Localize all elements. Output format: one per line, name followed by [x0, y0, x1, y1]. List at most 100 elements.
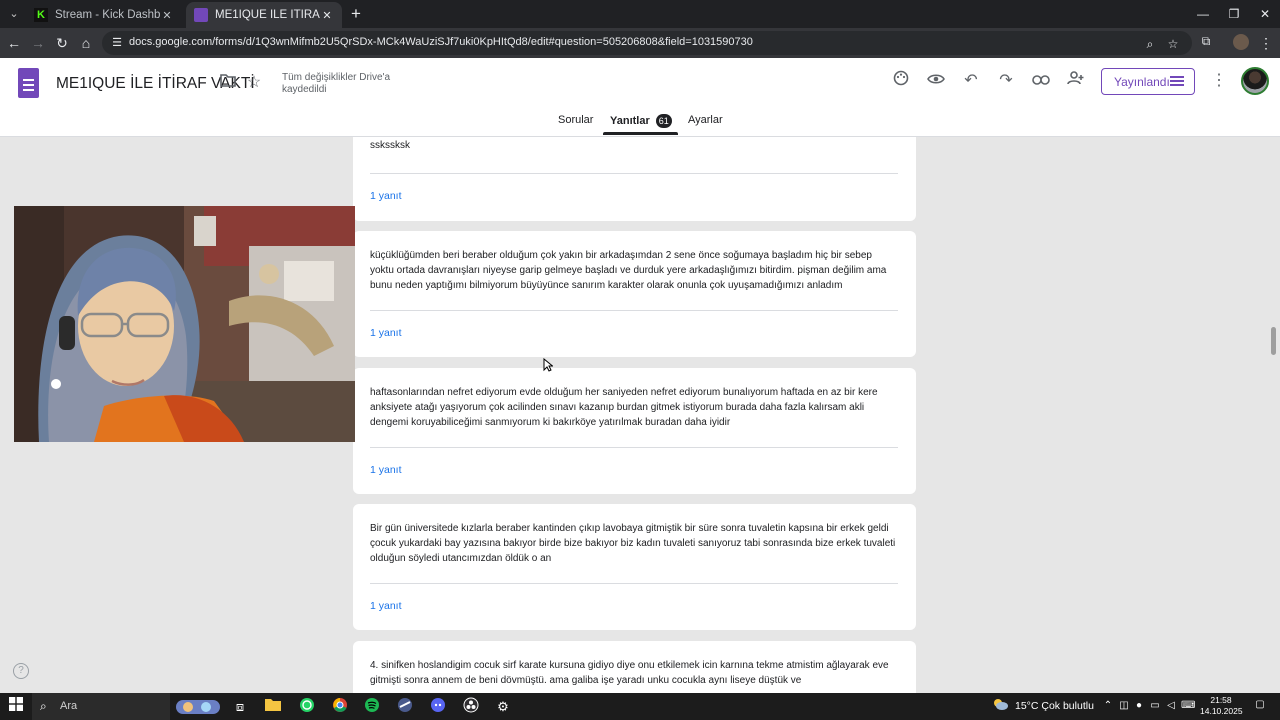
response-text: 'gerekse hatırla hayırlar' delikesine ra… [370, 139, 410, 151]
form-tabs: Sorular Yanıtlar 61 Ayarlar [0, 114, 1280, 136]
response-text: haftasonlarından nefret ediyorum evde ol… [370, 387, 878, 428]
response-card: küçüklüğümden beri beraber olduğum çok y… [353, 231, 916, 357]
response-count-link[interactable]: 1 yanıt [370, 464, 402, 476]
scrollbar-thumb[interactable] [1271, 327, 1276, 355]
volume-icon[interactable]: ◁ [1164, 699, 1178, 713]
site-info-icon[interactable]: ☰ [110, 36, 124, 50]
webcam-overlay [14, 206, 355, 442]
back-arrow-icon[interactable]: ← [4, 33, 24, 53]
tab-settings-label: Ayarlar [688, 114, 723, 126]
responses-count-badge: 61 [655, 114, 672, 128]
publish-label: Yayınlandı [1114, 74, 1170, 89]
task-view-icon[interactable]: ⧈ [230, 697, 250, 717]
windows-start-icon[interactable] [6, 697, 26, 717]
reload-icon[interactable]: ↻ [52, 33, 72, 53]
tab-questions-label: Sorular [558, 114, 594, 126]
folder-icon[interactable] [217, 72, 239, 94]
network-icon[interactable]: ▭ [1148, 699, 1162, 713]
discord-icon[interactable] [428, 697, 448, 717]
forward-arrow-icon[interactable]: → [28, 33, 48, 53]
weather-text[interactable]: 15°C Çok bulutlu [1015, 700, 1094, 712]
kick-icon: K [34, 8, 48, 22]
more-options-icon[interactable]: ⋮ [1208, 70, 1230, 92]
response-card: haftasonlarından nefret ediyorum evde ol… [353, 368, 916, 494]
browser-tab-strip: ⌄ K Stream - Kick Dashboard ✕ ME1IQUE İL… [0, 0, 1280, 28]
close-tab-icon[interactable]: ✕ [160, 9, 174, 22]
tray-app-icon[interactable]: ◫ [1117, 699, 1131, 713]
forms-header: ME1IQUE İLE İTİRAF VAKTİ ☆ Tüm değişikli… [0, 58, 1280, 137]
response-card: Bir gün üniversitede kızlarla beraber ka… [353, 504, 916, 630]
star-icon[interactable]: ☆ [243, 72, 265, 94]
clock-date: 14.10.2025 [1200, 706, 1243, 716]
home-icon[interactable]: ⌂ [76, 33, 96, 53]
account-avatar[interactable] [1241, 67, 1269, 95]
tab-responses-label: Yanıtlar [610, 115, 650, 127]
add-collaborator-icon[interactable] [1065, 70, 1087, 92]
preview-eye-icon[interactable] [925, 70, 947, 92]
browser-tab-title: ME1IQUE İLE İTİRAF VAKTİ - Go [215, 9, 320, 21]
mouse-cursor-icon [543, 358, 553, 372]
response-card: 'gerekse hatırla hayırlar' delikesine ra… [353, 137, 916, 221]
tab-search-chevron-icon[interactable]: ⌄ [4, 4, 24, 24]
close-window-icon[interactable]: ✕ [1248, 0, 1280, 28]
show-hidden-icons-chevron-icon[interactable]: ⌃ [1101, 699, 1115, 713]
minimize-window-icon[interactable]: — [1186, 0, 1220, 28]
response-text: Bir gün üniversitede kızlarla beraber ka… [370, 523, 896, 564]
profile-avatar[interactable] [1233, 34, 1249, 50]
new-tab-plus-icon[interactable]: + [346, 4, 366, 24]
search-highlight-icon[interactable] [174, 697, 222, 717]
active-tab-indicator [603, 132, 678, 135]
weather-cloud-icon[interactable] [990, 697, 1010, 717]
palette-icon[interactable] [890, 70, 912, 92]
undo-icon[interactable]: ↶ [960, 70, 982, 92]
taskbar-search-box[interactable]: ⌕ Ara [32, 693, 170, 720]
notifications-icon[interactable]: ▢ [1252, 698, 1268, 714]
webcam-feed-image [14, 206, 355, 442]
address-bar[interactable]: ☰ docs.google.com/forms/d/1Q3wnMifmb2U5Q… [102, 31, 1192, 55]
responses-list[interactable]: 'gerekse hatırla hayırlar' delikesine ra… [0, 137, 1280, 693]
spotify-icon[interactable] [362, 697, 382, 717]
response-text: 4. sinifken hoslandigim cocuk sirf karat… [370, 660, 889, 686]
help-icon[interactable]: ? [13, 663, 29, 679]
file-explorer-icon[interactable] [263, 697, 283, 717]
browser-toolbar: ← → ↻ ⌂ ☰ docs.google.com/forms/d/1Q3wnM… [0, 28, 1280, 58]
chrome-icon[interactable] [330, 697, 350, 717]
link-icon[interactable] [1030, 70, 1052, 92]
tab-questions[interactable]: Sorular [558, 114, 593, 126]
keyboard-icon[interactable]: ⌨ [1181, 699, 1195, 713]
extensions-icon[interactable]: ⧉ [1198, 33, 1214, 49]
microphone-icon[interactable]: ● [1132, 699, 1146, 713]
tab-settings[interactable]: Ayarlar [688, 114, 723, 126]
restore-window-icon[interactable]: ❐ [1217, 0, 1251, 28]
response-count-link[interactable]: 1 yanıt [370, 600, 402, 612]
browser-tab-forms[interactable]: ME1IQUE İLE İTİRAF VAKTİ - Go ✕ [186, 2, 342, 28]
response-count-link[interactable]: 1 yanıt [370, 190, 402, 202]
publish-button[interactable]: Yayınlandı [1101, 68, 1195, 95]
response-divider [370, 310, 898, 311]
bookmark-star-icon[interactable]: ☆ [1165, 36, 1181, 52]
taskbar-search-placeholder: Ara [60, 700, 78, 712]
obs-icon[interactable] [461, 697, 481, 717]
clock-time: 21:58 [1210, 695, 1232, 705]
settings-gear-icon[interactable]: ⚙ [493, 697, 513, 717]
google-forms-icon [194, 8, 208, 22]
response-text: küçüklüğümden beri beraber olduğum çok y… [370, 250, 887, 291]
google-forms-logo-icon[interactable] [18, 68, 39, 98]
streaming-app-icon[interactable] [395, 697, 415, 717]
browser-tab-kick[interactable]: K Stream - Kick Dashboard ✕ [26, 2, 182, 28]
browser-menu-icon[interactable]: ⋮ [1258, 33, 1274, 53]
response-divider [370, 583, 898, 584]
response-card: 4. sinifken hoslandigim cocuk sirf karat… [353, 641, 916, 693]
redo-icon[interactable]: ↷ [995, 70, 1017, 92]
whatsapp-icon[interactable] [297, 697, 317, 717]
tab-responses[interactable]: Yanıtlar 61 [610, 114, 672, 128]
search-icon: ⌕ [40, 699, 47, 713]
url-text[interactable]: docs.google.com/forms/d/1Q3wnMifmb2U5QrS… [129, 36, 753, 48]
response-count-link[interactable]: 1 yanıt [370, 327, 402, 339]
browser-tab-title: Stream - Kick Dashboard [55, 9, 160, 21]
zoom-icon[interactable]: ⌕ [1142, 36, 1158, 52]
close-tab-icon[interactable]: ✕ [320, 9, 334, 22]
save-status: Tüm değişiklikler Drive'a kaydedildi [282, 72, 391, 95]
taskbar-clock[interactable]: 21:58 14.10.2025 [1200, 695, 1243, 717]
publish-settings-icon [1170, 75, 1184, 87]
